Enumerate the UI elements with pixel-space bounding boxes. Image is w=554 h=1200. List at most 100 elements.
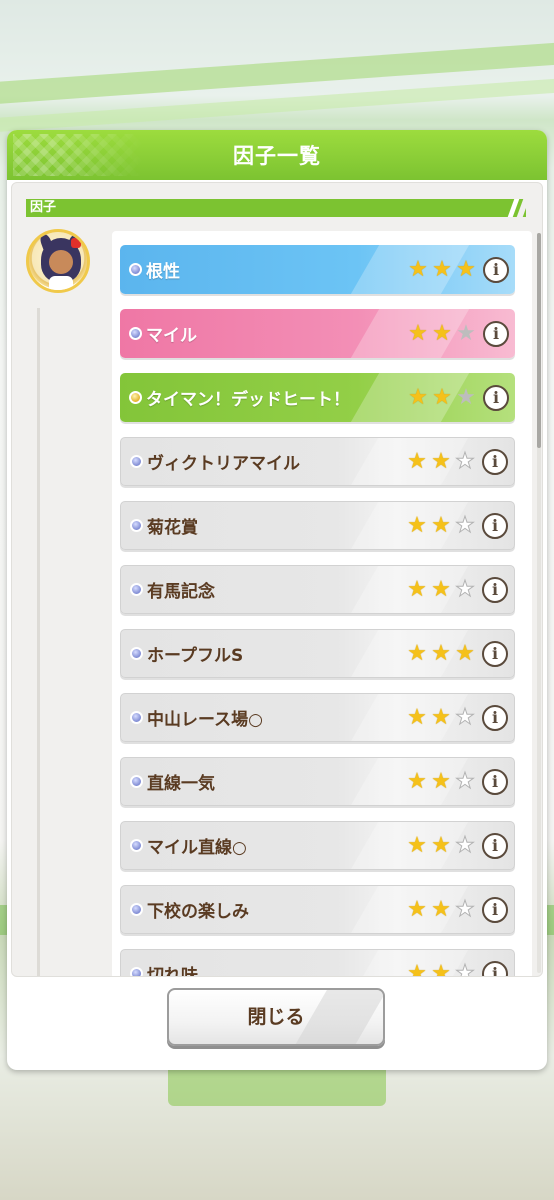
factor-item[interactable]: ホープフルS ★ ★ ★ i bbox=[120, 629, 515, 678]
factor-stars: ★ ★ ★ bbox=[406, 448, 476, 474]
factor-stars: ★ ★ ★ bbox=[406, 768, 476, 794]
star-icon: ★ bbox=[408, 256, 428, 282]
star-icon: ★ bbox=[431, 704, 451, 730]
factor-name: 下校の楽しみ bbox=[147, 902, 249, 922]
info-icon[interactable]: i bbox=[482, 768, 508, 795]
info-icon[interactable]: i bbox=[482, 448, 508, 475]
star-icon: ★ bbox=[456, 384, 476, 410]
star-icon: ★ bbox=[455, 576, 476, 602]
factor-name: ヴィクトリアマイル bbox=[147, 454, 300, 474]
star-icon: ★ bbox=[431, 512, 451, 538]
scrollbar[interactable] bbox=[537, 233, 541, 973]
factor-dot-icon bbox=[129, 327, 142, 340]
scrollbar-thumb[interactable] bbox=[537, 233, 541, 448]
close-button[interactable]: 閉じる bbox=[167, 988, 385, 1046]
info-icon[interactable]: i bbox=[482, 704, 508, 731]
star-icon: ★ bbox=[407, 448, 427, 474]
info-icon[interactable]: i bbox=[483, 320, 509, 347]
factor-name: 根性 bbox=[146, 262, 180, 282]
star-icon: ★ bbox=[431, 832, 451, 858]
info-icon[interactable]: i bbox=[482, 832, 508, 859]
factor-stars: ★ ★ ★ bbox=[407, 320, 477, 346]
star-icon: ★ bbox=[407, 512, 427, 538]
modal-title: 因子一覧 bbox=[233, 144, 321, 168]
star-icon: ★ bbox=[407, 768, 427, 794]
factor-dot-icon bbox=[130, 775, 143, 788]
factor-name: 中山レース場○ bbox=[147, 710, 263, 730]
factor-name: 直線一気 bbox=[147, 774, 215, 794]
factor-dot-icon bbox=[130, 647, 143, 660]
factor-dot-icon bbox=[130, 583, 143, 596]
star-icon: ★ bbox=[455, 832, 476, 858]
section-label: 因子 bbox=[30, 200, 57, 215]
factor-item[interactable]: マイル直線○ ★ ★ ★ i bbox=[120, 821, 515, 870]
factor-dot-icon bbox=[129, 391, 142, 404]
star-icon: ★ bbox=[407, 640, 427, 666]
star-icon: ★ bbox=[431, 576, 451, 602]
star-icon: ★ bbox=[456, 320, 476, 346]
factor-item[interactable]: 根性 ★ ★ ★ i bbox=[120, 245, 515, 294]
star-icon: ★ bbox=[455, 512, 476, 538]
info-icon[interactable]: i bbox=[483, 384, 509, 411]
star-icon: ★ bbox=[455, 640, 475, 666]
star-icon: ★ bbox=[432, 384, 452, 410]
star-icon: ★ bbox=[408, 384, 428, 410]
info-icon[interactable]: i bbox=[482, 960, 508, 976]
factor-item[interactable]: ヴィクトリアマイル ★ ★ ★ i bbox=[120, 437, 515, 486]
info-icon[interactable]: i bbox=[482, 576, 508, 603]
factor-name: ホープフルS bbox=[147, 646, 244, 666]
star-icon: ★ bbox=[456, 256, 476, 282]
factor-item[interactable]: 有馬記念 ★ ★ ★ i bbox=[120, 565, 515, 614]
factor-item[interactable]: 中山レース場○ ★ ★ ★ i bbox=[120, 693, 515, 742]
section-header: 因子 bbox=[26, 199, 530, 217]
factor-dot-icon bbox=[130, 839, 143, 852]
info-icon[interactable]: i bbox=[483, 256, 509, 283]
factor-stars: ★ ★ ★ bbox=[406, 512, 476, 538]
star-icon: ★ bbox=[407, 832, 427, 858]
factor-name: タイマン！デッドヒート！ bbox=[146, 390, 350, 410]
factor-item[interactable]: タイマン！デッドヒート！ ★ ★ ★ i bbox=[120, 373, 515, 422]
divider bbox=[37, 308, 40, 976]
factor-dot-icon bbox=[130, 519, 143, 532]
factor-item[interactable]: 下校の楽しみ ★ ★ ★ i bbox=[120, 885, 515, 934]
factor-stars: ★ ★ ★ bbox=[407, 256, 477, 282]
info-icon[interactable]: i bbox=[482, 640, 508, 667]
factor-stars: ★ ★ ★ bbox=[406, 832, 476, 858]
star-icon: ★ bbox=[455, 448, 476, 474]
character-avatar[interactable] bbox=[26, 229, 90, 293]
factor-stars: ★ ★ ★ bbox=[406, 960, 476, 977]
star-icon: ★ bbox=[431, 448, 451, 474]
star-icon: ★ bbox=[407, 704, 427, 730]
factor-stars: ★ ★ ★ bbox=[406, 640, 476, 666]
factor-name: マイル直線○ bbox=[147, 838, 247, 858]
info-icon[interactable]: i bbox=[482, 896, 508, 923]
factor-list-modal: 因子一覧 因子 根性 ★ ★ ★ i マイル ★ ★ ★ i タイマン！デッドヒート！ ★ ★ ★ i ヴィク… bbox=[7, 130, 547, 1070]
star-icon: ★ bbox=[431, 960, 451, 977]
factor-name: 菊花賞 bbox=[147, 518, 198, 538]
factor-item[interactable]: 直線一気 ★ ★ ★ i bbox=[120, 757, 515, 806]
star-icon: ★ bbox=[431, 896, 451, 922]
factor-item[interactable]: マイル ★ ★ ★ i bbox=[120, 309, 515, 358]
modal-header: 因子一覧 bbox=[7, 130, 547, 180]
factor-dot-icon bbox=[130, 711, 143, 724]
factor-name: 切れ味 bbox=[147, 966, 198, 977]
factor-stars: ★ ★ ★ bbox=[406, 896, 476, 922]
factor-dot-icon bbox=[130, 967, 143, 976]
factor-name: マイル bbox=[146, 326, 197, 346]
star-icon: ★ bbox=[455, 768, 476, 794]
factor-list[interactable]: 根性 ★ ★ ★ i マイル ★ ★ ★ i タイマン！デッドヒート！ ★ ★ ★ i ヴィクトリアマイル ★ ★… bbox=[112, 231, 532, 977]
close-button-label: 閉じる bbox=[247, 1006, 305, 1028]
star-icon: ★ bbox=[408, 320, 428, 346]
star-icon: ★ bbox=[407, 576, 427, 602]
star-icon: ★ bbox=[432, 256, 452, 282]
factor-item[interactable]: 菊花賞 ★ ★ ★ i bbox=[120, 501, 515, 550]
star-icon: ★ bbox=[431, 640, 451, 666]
star-icon: ★ bbox=[432, 320, 452, 346]
factor-item[interactable]: 切れ味 ★ ★ ★ i bbox=[120, 949, 515, 977]
star-icon: ★ bbox=[455, 704, 476, 730]
star-icon: ★ bbox=[455, 896, 476, 922]
factor-stars: ★ ★ ★ bbox=[406, 576, 476, 602]
star-icon: ★ bbox=[407, 896, 427, 922]
factor-dot-icon bbox=[130, 903, 143, 916]
info-icon[interactable]: i bbox=[482, 512, 508, 539]
